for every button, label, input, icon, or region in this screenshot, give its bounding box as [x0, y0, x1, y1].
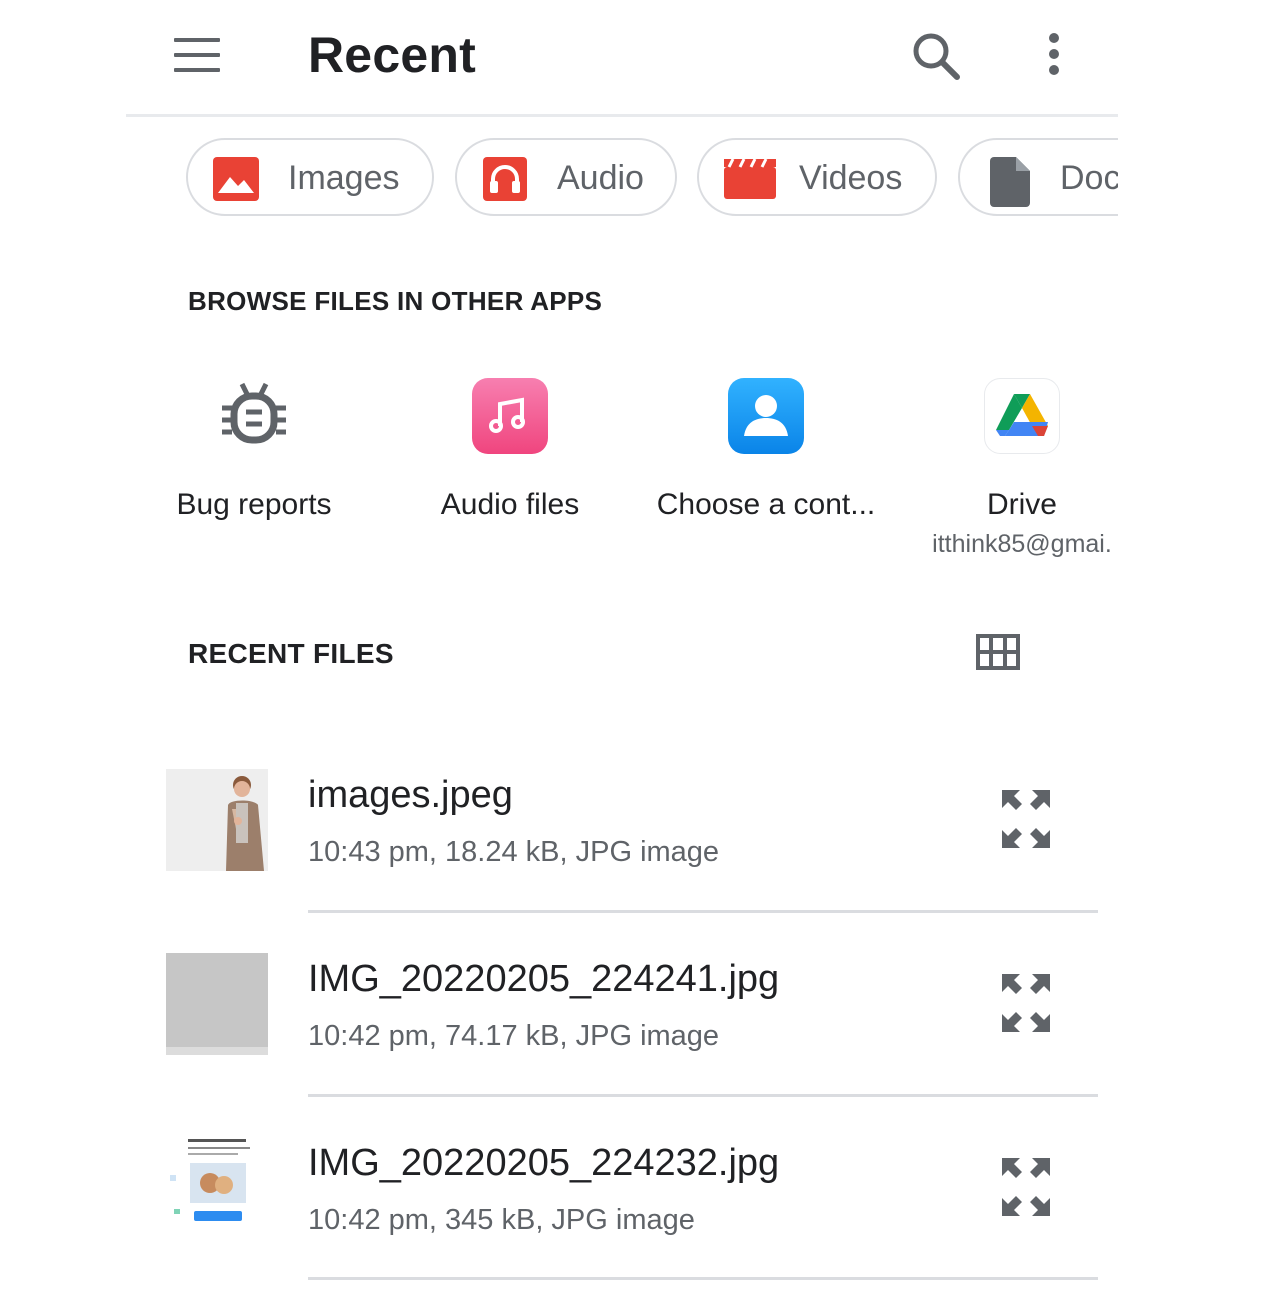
page-title: Recent [308, 27, 476, 83]
grid-view-icon[interactable] [976, 634, 1020, 670]
file-meta: 10:42 pm, 74.17 kB, JPG image [308, 1020, 720, 1052]
list-divider [308, 1094, 1098, 1097]
browse-section-title: BROWSE FILES IN OTHER APPS [188, 286, 603, 316]
chip-images[interactable]: Images [186, 138, 434, 216]
file-type-chips: Images Audio Videos Doc [126, 138, 1118, 220]
chip-label: Videos [799, 159, 903, 197]
file-name: IMG_20220205_224241.jpg [308, 958, 780, 1000]
music-note-icon [472, 378, 548, 454]
file-thumbnail [166, 1135, 268, 1239]
app-label: Audio files [440, 488, 580, 521]
file-meta: 10:43 pm, 18.24 kB, JPG image [308, 836, 720, 868]
app-label: Bug reports [176, 488, 332, 521]
expand-icon[interactable] [988, 782, 1064, 858]
list-divider [308, 910, 1098, 913]
more-vert-icon[interactable] [1034, 28, 1074, 84]
app-contacts[interactable]: Choose a cont... [646, 378, 886, 568]
chip-label: Audio [557, 159, 644, 197]
app-bug-reports[interactable]: Bug reports [134, 378, 374, 568]
hamburger-menu-icon[interactable] [170, 34, 224, 78]
app-audio-files[interactable]: Audio files [390, 378, 630, 568]
chip-label: Images [288, 159, 400, 197]
app-sublabel: itthink85@gmai. [932, 530, 1112, 558]
file-meta: 10:42 pm, 345 kB, JPG image [308, 1204, 695, 1236]
expand-icon[interactable] [988, 966, 1064, 1042]
contacts-icon [728, 378, 804, 454]
movie-icon [723, 157, 777, 201]
google-drive-icon [984, 378, 1060, 454]
image-icon [212, 157, 260, 201]
expand-icon[interactable] [988, 1150, 1064, 1226]
chip-videos[interactable]: Videos [697, 138, 937, 216]
app-bar-divider [126, 114, 1118, 117]
chip-documents[interactable]: Doc [958, 138, 1118, 216]
headphones-icon [481, 157, 529, 201]
app-label: Choose a cont... [656, 488, 876, 521]
file-row[interactable]: IMG_20220205_224241.jpg 10:42 pm, 74.17 … [126, 936, 1118, 1120]
search-icon[interactable] [908, 28, 964, 84]
app-drive[interactable]: Drive itthink85@gmai. [902, 378, 1142, 568]
chip-label: Doc [1060, 159, 1118, 197]
document-icon [988, 157, 1036, 207]
file-thumbnail [166, 769, 268, 871]
file-name: images.jpeg [308, 774, 513, 816]
app-label: Drive [986, 488, 1057, 521]
file-name: IMG_20220205_224232.jpg [308, 1142, 780, 1184]
file-thumbnail [166, 953, 268, 1057]
recent-files-title: RECENT FILES [188, 638, 394, 669]
bug-icon [216, 378, 292, 454]
chip-audio[interactable]: Audio [455, 138, 677, 216]
file-row[interactable]: images.jpeg 10:43 pm, 18.24 kB, JPG imag… [126, 752, 1118, 936]
